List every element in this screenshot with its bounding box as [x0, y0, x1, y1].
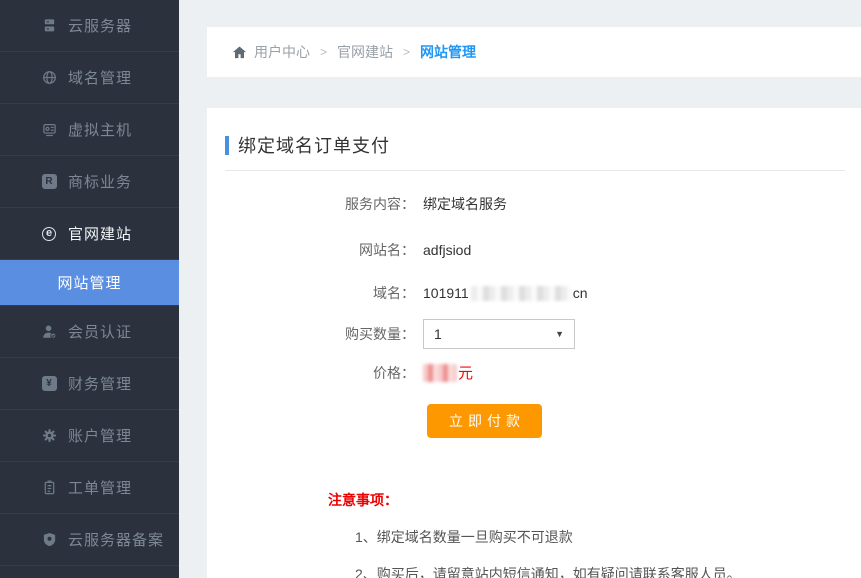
notes-section: 注意事项： 1、绑定域名数量一旦购买不可退款 2、购买后，请留意站内短信通知，如…	[225, 490, 845, 578]
trademark-icon: R	[41, 174, 57, 190]
sidebar-item-cloud-server[interactable]: 云服务器	[0, 0, 179, 52]
sidebar-item-label: 域名管理	[68, 67, 132, 88]
sidebar-item-trademark[interactable]: R 商标业务	[0, 156, 179, 208]
sidebar-item-label: 工单管理	[68, 477, 132, 498]
sidebar-subitem-label: 网站管理	[57, 272, 121, 293]
price-label: 价格：	[225, 363, 415, 383]
ticket-icon	[41, 480, 57, 496]
sidebar-item-label: 财务管理	[68, 373, 132, 394]
breadcrumb: 用户中心 > 官网建站 > 网站管理	[207, 27, 861, 77]
top-strip	[207, 0, 861, 27]
sidebar-item-member-auth[interactable]: 会员认证	[0, 306, 179, 358]
sitename-value: adfjsiod	[423, 242, 471, 258]
price-unit: 元	[458, 362, 473, 383]
shield-icon	[41, 532, 57, 548]
breadcrumb-separator: >	[320, 45, 327, 59]
finance-icon: ¥	[41, 376, 57, 392]
sidebar-item-label: 商标业务	[68, 171, 132, 192]
pay-button-row: 立即付款	[225, 404, 845, 438]
quantity-row: 购买数量： 1 ▼	[225, 319, 845, 349]
sidebar-item-label: 会员认证	[68, 321, 132, 342]
member-icon	[41, 324, 57, 340]
caret-down-icon: ▼	[555, 329, 564, 339]
service-value: 绑定域名服务	[423, 194, 507, 214]
layout-gap	[207, 77, 861, 108]
breadcrumb-website-mgmt[interactable]: 网站管理	[420, 42, 476, 62]
notes-title: 注意事项：	[328, 490, 845, 510]
title-divider	[225, 170, 845, 171]
sidebar-item-label: 账户管理	[68, 425, 132, 446]
sidebar-item-label: 云服务器	[68, 15, 132, 36]
sidebar: 云服务器 域名管理 虚拟主机	[0, 0, 179, 578]
service-row: 服务内容： 绑定域名服务	[225, 194, 845, 214]
host-icon	[41, 122, 57, 138]
sitename-label: 网站名：	[225, 240, 415, 260]
website-icon: e	[41, 226, 57, 242]
domain-value: 101911 cn	[423, 285, 587, 301]
breadcrumb-separator: >	[403, 45, 410, 59]
quantity-label: 购买数量：	[225, 324, 415, 344]
sidebar-item-website-build[interactable]: e 官网建站	[0, 208, 179, 260]
domain-suffix: cn	[573, 285, 588, 301]
domain-redacted-blur	[471, 286, 571, 301]
domain-label: 域名：	[225, 283, 415, 303]
sidebar-item-label: 虚拟主机	[68, 119, 132, 140]
domain-prefix: 101911	[423, 285, 469, 301]
content-card: 绑定域名订单支付 服务内容： 绑定域名服务 网站名： adfjsiod 域名： …	[207, 108, 861, 578]
globe-icon	[41, 70, 57, 86]
server-icon	[41, 18, 57, 34]
note-item: 1、绑定域名数量一旦购买不可退款	[355, 527, 845, 547]
sidebar-item-server-filing[interactable]: 云服务器备案	[0, 514, 179, 566]
sidebar-item-domain-mgmt[interactable]: 域名管理	[0, 52, 179, 104]
sidebar-subitem-website-mgmt[interactable]: 网站管理	[0, 260, 179, 306]
price-redacted-blur	[423, 364, 457, 382]
app-window: 云服务器 域名管理 虚拟主机	[0, 0, 861, 578]
title-accent-bar	[225, 136, 229, 155]
sitename-row: 网站名： adfjsiod	[225, 240, 845, 260]
sidebar-item-finance[interactable]: ¥ 财务管理	[0, 358, 179, 410]
page-title: 绑定域名订单支付	[238, 132, 390, 158]
pay-now-button[interactable]: 立即付款	[427, 404, 542, 438]
sidebar-item-work-order[interactable]: 工单管理	[0, 462, 179, 514]
sidebar-item-label: 云服务器备案	[68, 529, 164, 550]
order-form: 服务内容： 绑定域名服务 网站名： adfjsiod 域名： 101911 cn	[225, 194, 845, 438]
main-area: 用户中心 > 官网建站 > 网站管理 绑定域名订单支付 服务内容： 绑定域名服务…	[179, 0, 861, 578]
gear-icon	[41, 428, 57, 444]
home-icon	[232, 45, 247, 60]
breadcrumb-user-center[interactable]: 用户中心	[254, 42, 310, 62]
sidebar-item-virtual-host[interactable]: 虚拟主机	[0, 104, 179, 156]
quantity-value: 1	[434, 326, 442, 342]
sidebar-item-label: 官网建站	[68, 223, 132, 244]
domain-row: 域名： 101911 cn	[225, 283, 845, 303]
note-item: 2、购买后，请留意站内短信通知，如有疑问请联系客服人员。	[355, 564, 845, 578]
quantity-select[interactable]: 1 ▼	[423, 319, 575, 349]
sidebar-item-account[interactable]: 账户管理	[0, 410, 179, 462]
price-row: 价格： 元	[225, 362, 845, 383]
service-label: 服务内容：	[225, 194, 415, 214]
page-title-row: 绑定域名订单支付	[225, 132, 845, 158]
breadcrumb-website-build[interactable]: 官网建站	[337, 42, 393, 62]
